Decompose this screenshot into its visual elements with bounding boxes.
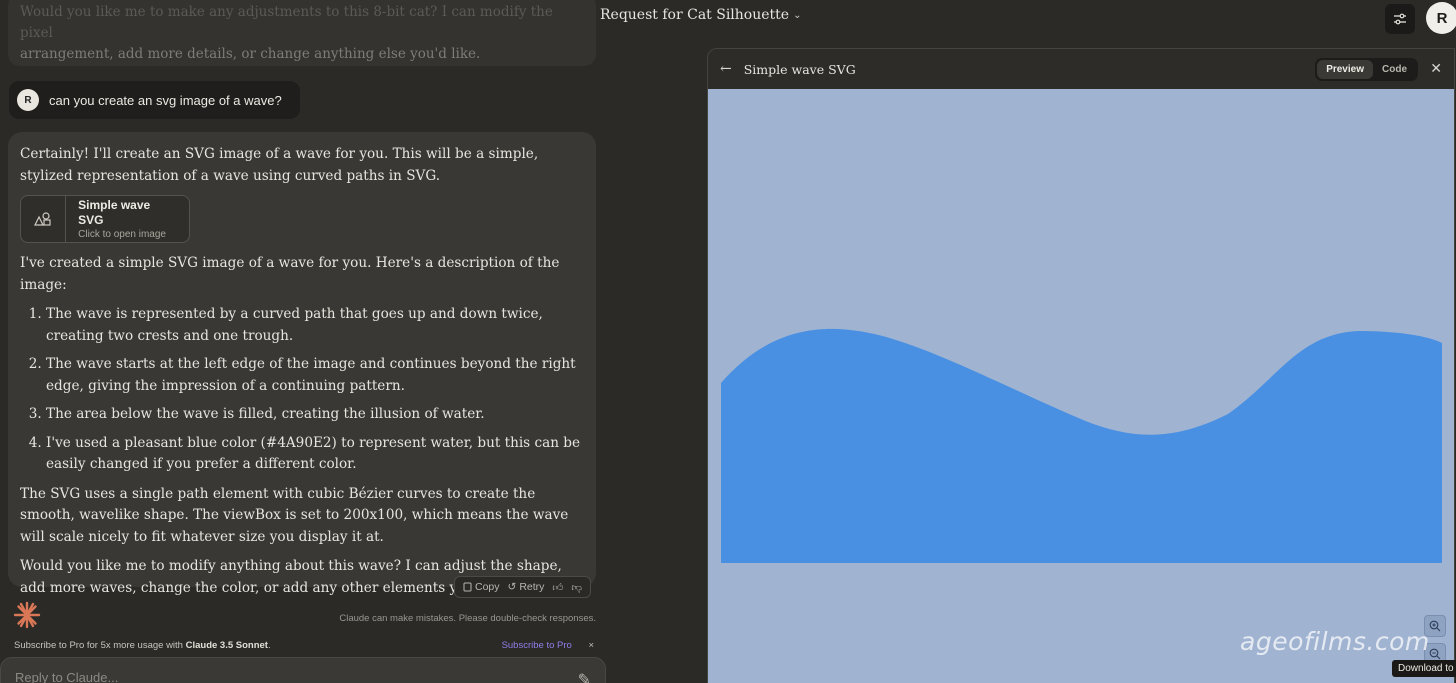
artifact-card-subtitle: Click to open image [78,228,166,240]
previous-message-line-2: arrangement, add more details, or change… [20,46,481,62]
copy-label: Copy [475,581,500,593]
list-item: The area below the wave is filled, creat… [46,404,584,426]
assistant-description-intro: I've created a simple SVG image of a wav… [20,255,560,293]
shapes-icon [21,196,67,242]
subscribe-text: Subscribe to Pro for 5x more usage with [14,640,186,651]
retry-button[interactable]: ↺ Retry [508,581,545,593]
chat-title-dropdown[interactable]: Request for Cat Silhouette ⌄ [600,7,801,23]
chat-title: Request for Cat Silhouette [600,7,790,23]
artifact-panel-title: Simple wave SVG [743,61,856,77]
copy-icon [463,582,472,592]
thumbs-down-button[interactable]: 👎︎ [571,581,582,594]
user-message-avatar: R [17,89,39,111]
close-panel-button[interactable]: ✕ [1430,60,1442,77]
zoom-out-icon [1429,648,1441,660]
copy-button[interactable]: Copy [463,581,500,593]
claude-logo-icon [13,601,41,633]
reply-placeholder: Reply to Claude... [15,670,119,683]
sliders-icon [1394,13,1406,25]
back-arrow-icon[interactable]: ← [720,61,732,77]
assistant-intro: Certainly! I'll create an SVG image of a… [20,146,539,184]
artifact-card-title: Simple wave SVG [78,197,151,227]
list-item: The wave starts at the left edge of the … [46,354,584,397]
assistant-message: Certainly! I'll create an SVG image of a… [8,132,596,596]
artifact-panel: ← Simple wave SVG Preview Code ✕ [707,48,1455,683]
previous-assistant-message: Would you like me to make any adjustment… [8,0,596,66]
subscribe-model: Claude 3.5 Sonnet [185,640,268,651]
subscribe-suffix: . [267,640,271,651]
disclaimer-text: Claude can make mistakes. Please double-… [339,613,596,624]
artifact-card[interactable]: Simple wave SVG Click to open image [20,195,190,243]
thumbs-down-icon: 👎︎ [571,581,583,594]
user-message-text: can you create an svg image of a wave? [49,92,282,108]
tab-code[interactable]: Code [1373,60,1416,79]
pen-icon[interactable]: ✎ [578,670,591,683]
chevron-down-icon: ⌄ [793,9,802,21]
list-item: I've used a pleasant blue color (#4A90E2… [46,433,584,476]
user-avatar[interactable]: R [1426,2,1456,34]
tab-preview[interactable]: Preview [1317,60,1373,79]
view-toggle: Preview Code [1315,58,1418,81]
watermark: ageofilms.com [1240,627,1430,656]
wave-image [721,328,1442,563]
reply-input[interactable]: Reply to Claude... ✎ [0,657,606,683]
list-item: The wave is represented by a curved path… [46,304,584,347]
close-banner-button[interactable]: × [588,640,594,651]
assistant-list: The wave is represented by a curved path… [46,304,584,476]
artifact-panel-header: ← Simple wave SVG Preview Code ✕ [708,49,1454,89]
settings-button[interactable] [1385,4,1415,34]
thumbs-up-button[interactable]: 👍︎ [552,581,563,594]
svg-preview [708,89,1454,683]
thumbs-up-icon: 👍︎ [552,581,564,594]
retry-icon: ↺ [507,581,517,593]
zoom-in-icon [1429,620,1441,632]
subscribe-link[interactable]: Subscribe to Pro [502,640,572,651]
user-message: R can you create an svg image of a wave? [9,81,300,119]
wave-shape [721,328,1442,563]
download-tooltip: Download to f [1392,660,1456,677]
previous-message-line-1: Would you like me to make any adjustment… [20,4,553,41]
message-actions: Copy ↺ Retry 👍︎ 👎︎ [454,576,592,598]
assistant-svg-paragraph: The SVG uses a single path element with … [20,485,569,545]
retry-label: Retry [519,581,545,593]
subscribe-banner: Subscribe to Pro for 5x more usage with … [14,640,594,651]
